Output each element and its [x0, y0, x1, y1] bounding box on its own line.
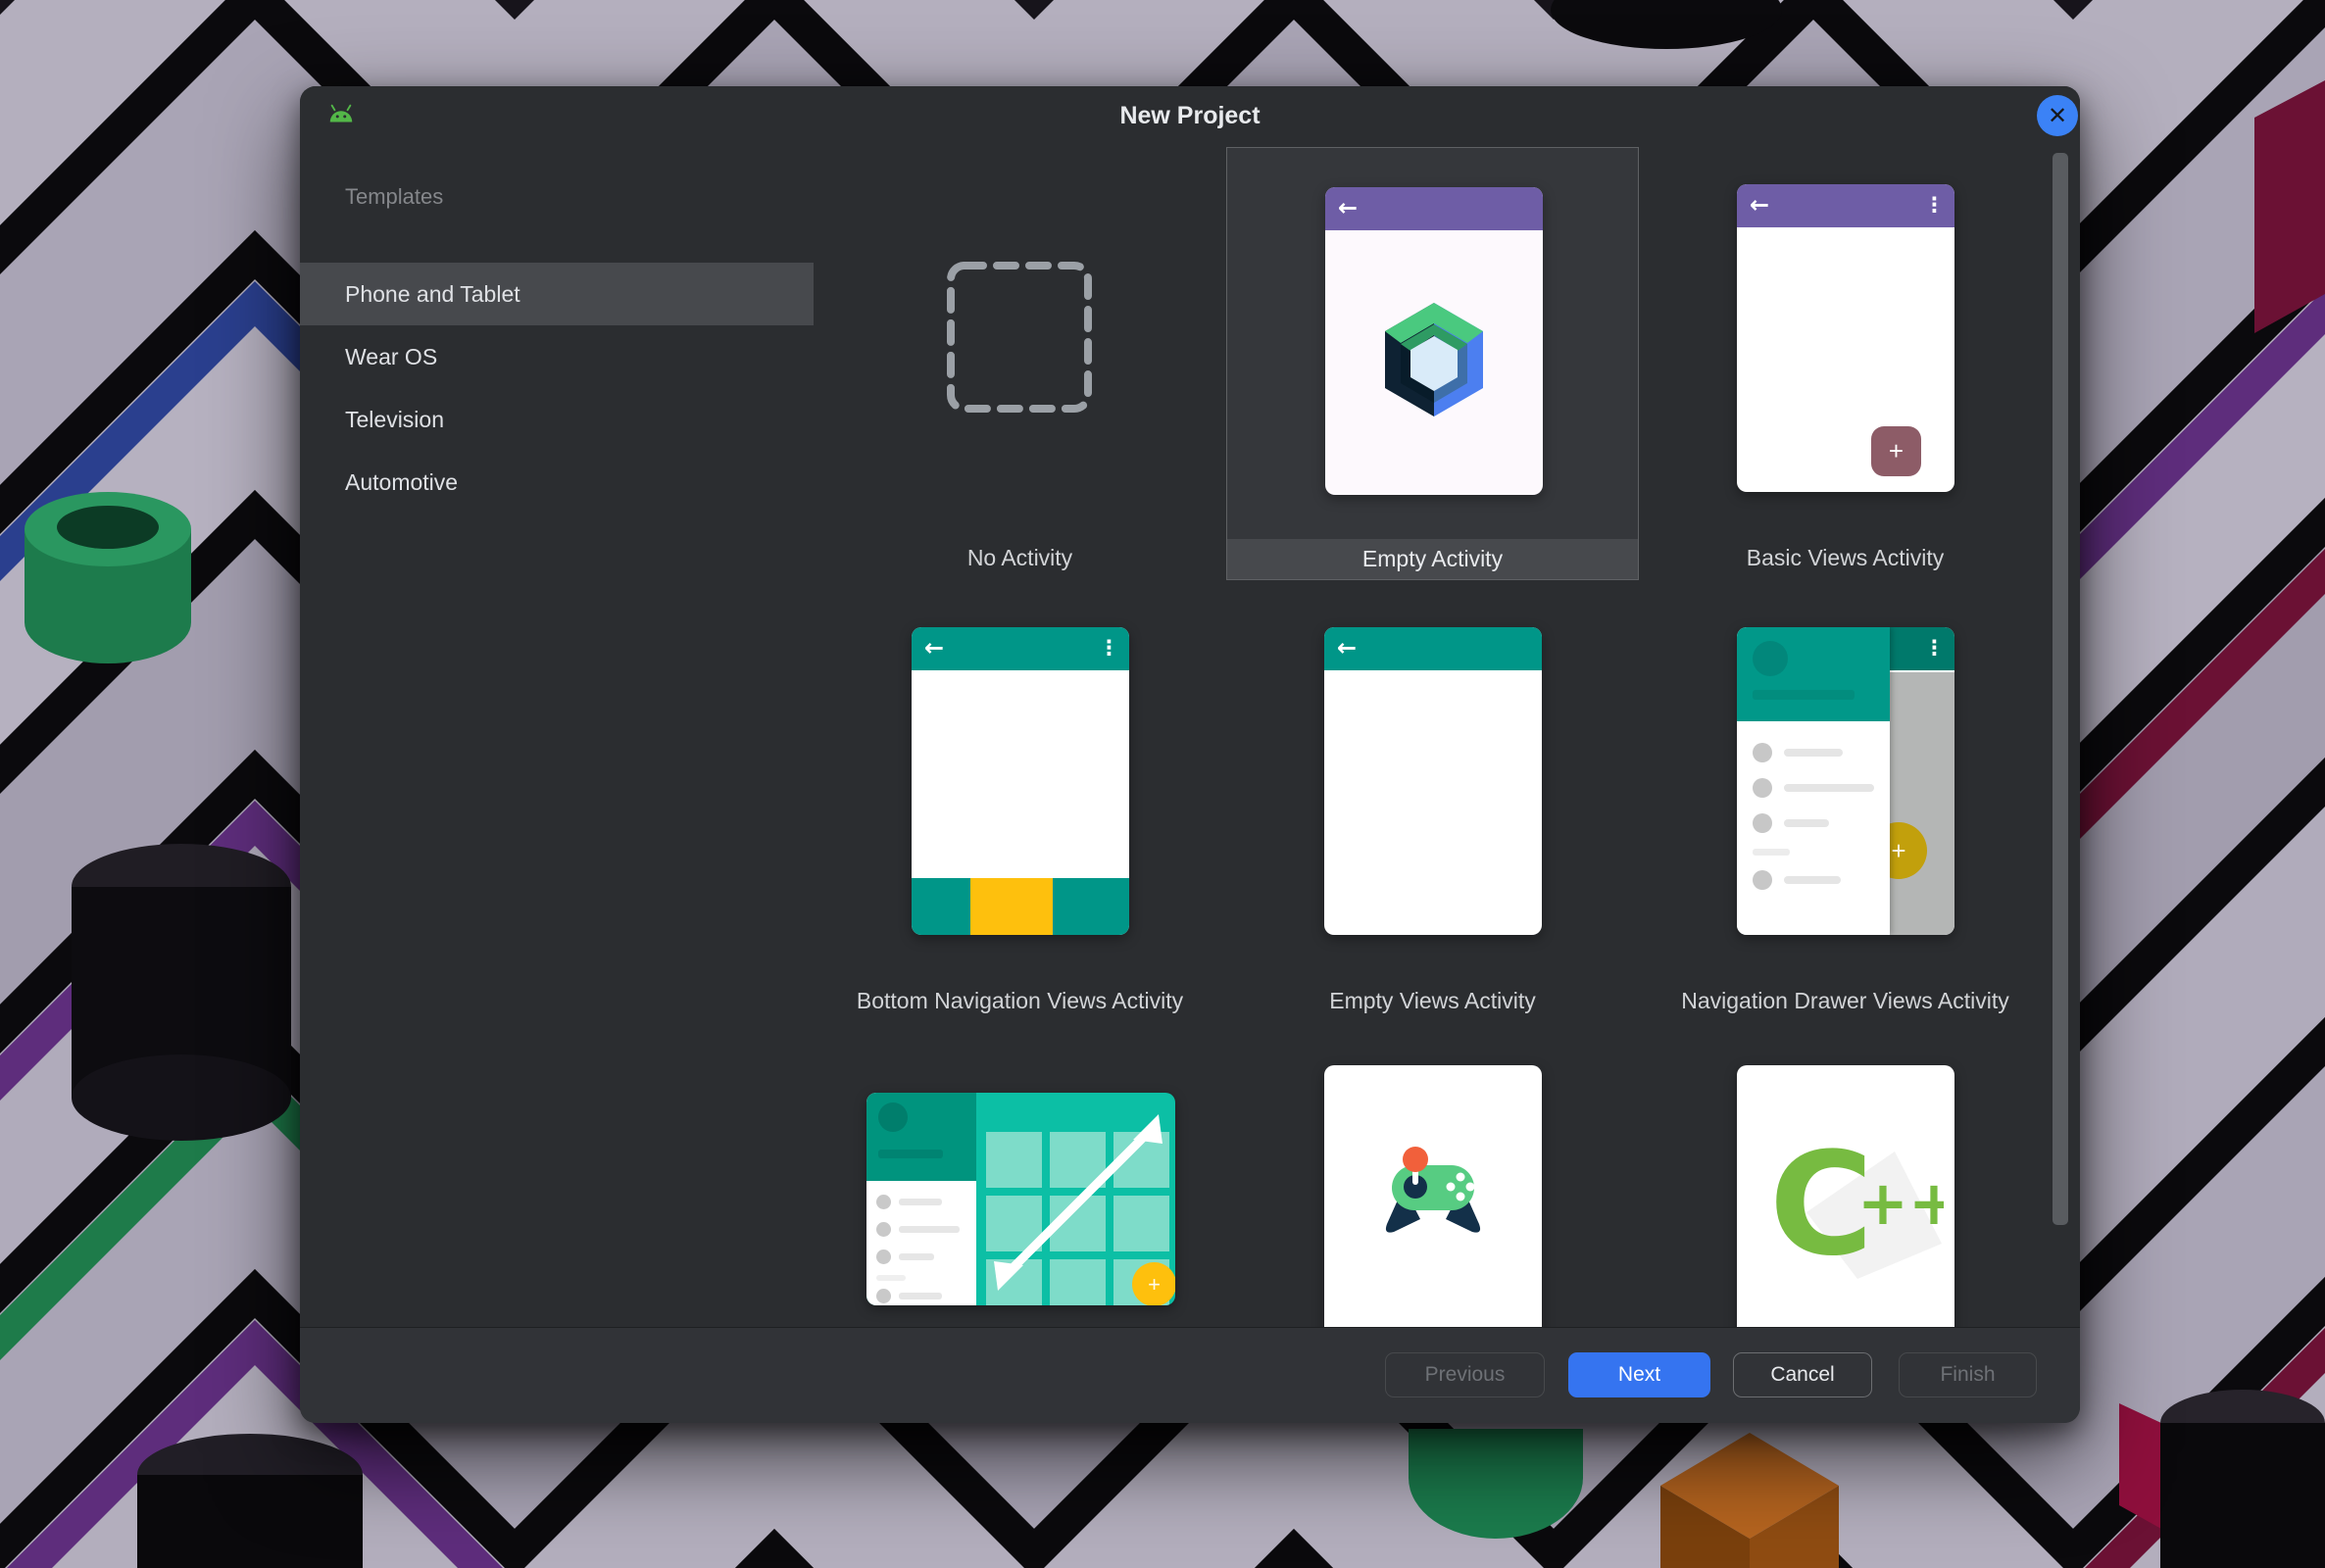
list-line	[1784, 876, 1841, 884]
thumbnail-appbar: ←	[1325, 187, 1543, 230]
list-bullet	[876, 1250, 891, 1264]
list-bullet	[1753, 778, 1772, 798]
bottom-nav-bar	[912, 878, 1129, 935]
list-bullet	[1753, 813, 1772, 833]
drawer-panel	[866, 1093, 976, 1305]
previous-button: Previous	[1385, 1352, 1545, 1397]
drawer-panel	[1737, 627, 1890, 935]
navigation-drawer-thumbnail: ⋮ +	[1737, 627, 1954, 935]
close-button[interactable]: ✕	[2037, 95, 2078, 136]
dialog-footer: Previous Next Cancel Finish	[300, 1327, 2080, 1423]
template-card-empty-activity[interactable]: ← Empty Activity	[1226, 147, 1639, 580]
drawer-title-bar	[1753, 690, 1855, 700]
vertical-scrollbar[interactable]	[2053, 153, 2068, 1225]
back-arrow-icon: ←	[1337, 634, 1357, 662]
basic-views-thumbnail: ← ⋮ +	[1737, 184, 1954, 492]
list-line	[1784, 749, 1843, 757]
list-bullet	[876, 1222, 891, 1237]
template-label: Navigation Drawer Views Activity	[1639, 981, 2052, 1021]
new-project-dialog: New Project ✕ Templates Phone and Tablet…	[300, 86, 2080, 1423]
template-label: No Activity	[814, 538, 1226, 578]
cpp-logo: C ++	[1748, 1104, 1944, 1281]
empty-views-thumbnail: ←	[1324, 627, 1542, 935]
list-line	[899, 1253, 934, 1260]
template-card-basic-views-activity[interactable]: ← ⋮ + Basic Views Activity	[1639, 145, 2052, 578]
template-card-native-cpp[interactable]: C ++	[1737, 1065, 1954, 1327]
fab-plus-icon: +	[1871, 426, 1921, 476]
template-label: Basic Views Activity	[1639, 538, 2052, 578]
templates-sidebar: Templates Phone and Tablet Wear OS Telev…	[300, 145, 815, 1327]
dialog-titlebar: New Project ✕	[300, 86, 2080, 146]
list-subheader-line	[876, 1275, 906, 1281]
drawer-title-bar	[878, 1150, 943, 1158]
list-subheader-line	[1753, 849, 1790, 856]
drawer-header	[866, 1093, 976, 1181]
sidebar-header: Templates	[345, 184, 767, 218]
no-activity-icon	[946, 261, 1093, 414]
thumbnail-appbar: ←	[1324, 627, 1542, 670]
empty-activity-thumbnail: ←	[1325, 187, 1543, 495]
template-label: Empty Activity	[1227, 539, 1638, 579]
list-line	[899, 1293, 942, 1299]
list-line	[1784, 819, 1829, 827]
sidebar-item-wear-os[interactable]: Wear OS	[300, 325, 814, 388]
sidebar-item-automotive[interactable]: Automotive	[300, 451, 814, 514]
template-label: Empty Views Activity	[1226, 981, 1639, 1021]
template-card-bottom-navigation-views-activity[interactable]: ← ⋮ Bottom Navigation Views Activity	[814, 588, 1226, 1021]
thumbnail-appbar: ← ⋮	[1737, 184, 1954, 227]
bottom-nav-selected-segment	[970, 878, 1053, 935]
template-card-empty-views-activity[interactable]: ← Empty Views Activity	[1226, 588, 1639, 1021]
drawer-header	[1737, 627, 1890, 721]
list-bullet	[876, 1289, 891, 1303]
template-card-game-activity[interactable]	[1324, 1065, 1542, 1327]
dialog-title: New Project	[300, 86, 2080, 145]
list-bullet	[1753, 870, 1772, 890]
cancel-button[interactable]: Cancel	[1733, 1352, 1872, 1397]
kebab-menu-icon: ⋮	[1924, 636, 1945, 660]
gamepad-icon	[1374, 1130, 1492, 1236]
template-card-navigation-drawer-views-activity[interactable]: ⋮ +	[1639, 588, 2052, 1021]
avatar	[878, 1102, 908, 1132]
list-bullet	[876, 1195, 891, 1209]
kebab-menu-icon: ⋮	[1924, 193, 1945, 217]
template-label: Bottom Navigation Views Activity	[814, 981, 1226, 1021]
list-line	[1784, 784, 1874, 792]
avatar	[1753, 641, 1788, 676]
kebab-menu-icon: ⋮	[1099, 636, 1119, 660]
bottom-navigation-thumbnail: ← ⋮	[912, 627, 1129, 935]
list-line	[899, 1199, 942, 1205]
next-button[interactable]: Next	[1568, 1352, 1710, 1397]
back-arrow-icon: ←	[924, 634, 944, 662]
finish-button: Finish	[1899, 1352, 2037, 1397]
template-grid: No Activity ← Empty Activity	[814, 145, 2080, 1327]
jetpack-compose-logo	[1380, 299, 1488, 420]
list-line	[899, 1226, 960, 1233]
back-arrow-icon: ←	[1338, 194, 1358, 221]
list-bullet	[1753, 743, 1772, 762]
back-arrow-icon: ←	[1750, 191, 1769, 219]
svg-text:++: ++	[1857, 1167, 1944, 1239]
sidebar-item-phone-and-tablet[interactable]: Phone and Tablet	[300, 263, 814, 325]
thumbnail-appbar: ← ⋮	[912, 627, 1129, 670]
fab-plus-icon: +	[1132, 1262, 1175, 1305]
sidebar-item-television[interactable]: Television	[300, 388, 814, 451]
template-card-no-activity[interactable]: No Activity	[814, 145, 1226, 578]
template-card-primary-detail-flow[interactable]: +	[866, 1093, 1175, 1305]
